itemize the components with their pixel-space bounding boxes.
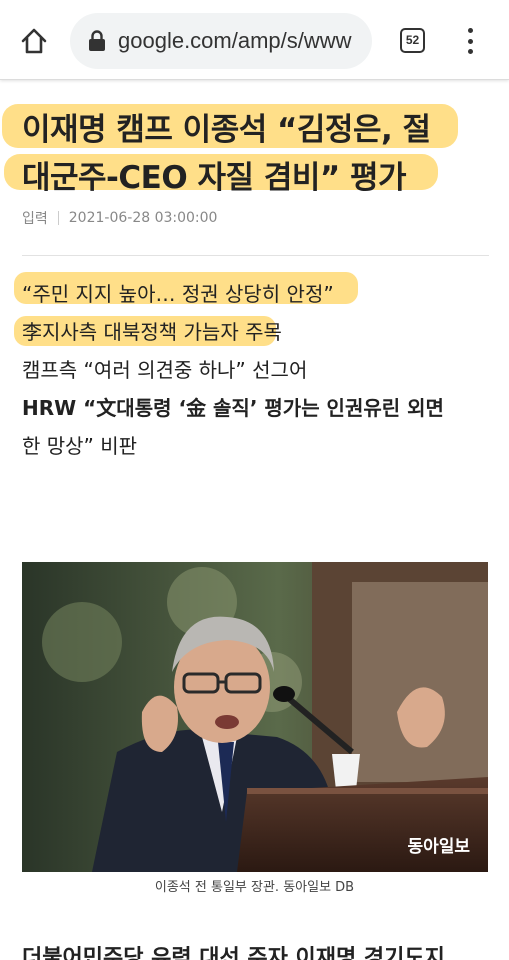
article-headline: 이재명 캠프 이종석 “김정은, 절 대군주-CEO 자질 겸비” 평가: [22, 106, 492, 202]
browser-toolbar: google.com/amp/s/www 52: [0, 0, 509, 80]
summary-line: 한 망상” 비판: [22, 434, 138, 458]
meta-separator: [57, 211, 59, 225]
more-vert-icon[interactable]: [460, 28, 480, 54]
summary-line: HRW “文대통령 ‘金 솔직’ 평가는 인권유린 외면: [22, 396, 444, 420]
address-bar[interactable]: google.com/amp/s/www: [70, 13, 372, 69]
article-summary: “주민 지지 높아… 정권 상당히 안정” 李지사측 대북정책 가늠자 주목 캠…: [22, 275, 492, 465]
article-photo[interactable]: 동아일보: [22, 562, 488, 872]
article-meta: 입력 2021-06-28 03:00:00: [22, 208, 217, 228]
headline-line: 대군주-CEO 자질 겸비” 평가: [22, 160, 407, 196]
tabs-icon[interactable]: 52: [400, 28, 425, 53]
speaker-photo: 동아일보: [22, 562, 488, 872]
summary-line: 캠프측 “여러 의견중 하나” 선그어: [22, 358, 308, 382]
summary-line: “주민 지지 높아… 정권 상당히 안정”: [22, 282, 334, 306]
article-body-line: 더불어민주당 유력 대선 주자 이재명 경기도지: [22, 946, 445, 960]
meta-label: 입력: [22, 211, 48, 227]
photo-watermark: 동아일보: [407, 837, 470, 857]
home-button[interactable]: [14, 22, 54, 60]
publish-date: 2021-06-28 03:00:00: [68, 210, 218, 226]
home-icon: [21, 28, 47, 54]
summary-line: 李지사측 대북정책 가늠자 주목: [22, 320, 282, 344]
lock-icon: [89, 30, 105, 51]
headline-line: 이재명 캠프 이종석 “김정은, 절: [22, 112, 431, 148]
divider: [22, 255, 489, 256]
url-text: google.com/amp/s/www: [118, 28, 352, 53]
photo-caption: 이종석 전 통일부 장관. 동아일보 DB: [154, 880, 355, 895]
